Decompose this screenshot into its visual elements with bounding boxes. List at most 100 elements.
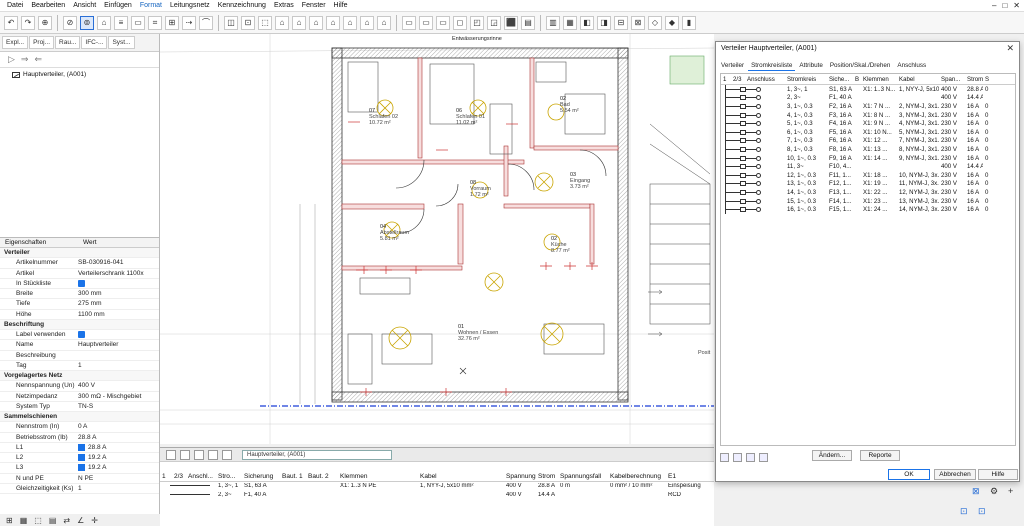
import-icon[interactable]: ⊡ bbox=[978, 506, 986, 517]
toolbar-tool-icon[interactable]: ↷ bbox=[21, 15, 35, 30]
column-header[interactable]: 1 bbox=[160, 473, 172, 480]
table-row[interactable]: 1, 3~, 1 S1, 63 A X1: 1..3 N PE 1, NYY-J, 5… bbox=[160, 482, 782, 491]
column-header[interactable]: Anschl... bbox=[186, 473, 216, 480]
property-value[interactable]: TN-S bbox=[78, 403, 159, 410]
toolbar-tool-icon[interactable]: ⌂ bbox=[326, 15, 340, 30]
toolbar-tool-icon[interactable]: ⌒ bbox=[199, 15, 213, 30]
toolbar-tool-icon[interactable]: ⌂ bbox=[309, 15, 323, 30]
property-value[interactable]: 1100 mm bbox=[78, 311, 159, 318]
column-header[interactable]: Kabelberechnung bbox=[608, 473, 666, 480]
column-header[interactable]: Baut. 1 bbox=[280, 473, 306, 480]
toolbar-tool-icon[interactable]: ⇢ bbox=[182, 15, 196, 30]
settings-icon[interactable]: ⚙ bbox=[990, 486, 998, 497]
checkbox-checked[interactable] bbox=[78, 279, 85, 287]
drawing-canvas[interactable]: Entwässerungsrinne 07 Schlafen 02 10.72 m²… bbox=[160, 34, 714, 444]
property-value[interactable]: 19.2 A bbox=[78, 464, 159, 471]
toolbar-tool-icon[interactable]: ⌂ bbox=[97, 15, 111, 30]
property-row[interactable]: Betriebsstrom (Ib) 28.8 A bbox=[0, 433, 159, 443]
property-row[interactable]: Artikelnummer SB-030916-041 bbox=[0, 258, 159, 269]
column-header[interactable]: Sicherung bbox=[242, 473, 280, 480]
property-row[interactable]: Label verwenden bbox=[0, 330, 159, 341]
menu-item-4[interactable]: Format bbox=[136, 2, 166, 9]
property-value[interactable]: 0 A bbox=[78, 423, 159, 430]
grid-tool-icon[interactable] bbox=[733, 452, 742, 462]
toolbar-tool-icon[interactable]: ◻ bbox=[453, 15, 467, 30]
property-row[interactable]: Tag 1 bbox=[0, 361, 159, 371]
toolbar-tool-icon[interactable]: ⌂ bbox=[360, 15, 374, 30]
toolbar-tool-icon[interactable]: ▭ bbox=[419, 15, 433, 30]
toolbar-tool-icon[interactable]: ▦ bbox=[563, 15, 577, 30]
column-header[interactable]: Spannungsfall bbox=[558, 473, 608, 480]
column-header[interactable]: Klemmen bbox=[338, 473, 418, 480]
property-row[interactable]: N und PE N PE bbox=[0, 474, 159, 484]
menu-item-1[interactable]: Bearbeiten bbox=[27, 2, 69, 9]
toolbar-tool-icon[interactable]: ⬛ bbox=[504, 15, 518, 30]
move-icon[interactable]: ⇄ bbox=[63, 516, 70, 525]
property-value[interactable]: 300 mm bbox=[78, 290, 159, 297]
panel-tab-1[interactable]: Proj... bbox=[29, 36, 55, 49]
property-value[interactable]: Hauptverteiler bbox=[78, 341, 159, 348]
toolbar-tool-icon[interactable]: ◨ bbox=[597, 15, 611, 30]
angle-icon[interactable]: ∠ bbox=[77, 516, 84, 525]
property-value[interactable]: 400 V bbox=[78, 382, 159, 389]
toolbar-tool-icon[interactable]: ▥ bbox=[546, 15, 560, 30]
circuit-row[interactable]: 13, 1~, 0.3 F12, 1... X1: 19 ... 11, NYM-J,… bbox=[721, 179, 1015, 189]
layer-icon[interactable]: ▤ bbox=[49, 516, 57, 525]
column-header[interactable]: Stromkreis bbox=[785, 76, 827, 83]
toolbar-tool-icon[interactable]: ▤ bbox=[521, 15, 535, 30]
property-row[interactable]: Höhe 1100 mm bbox=[0, 310, 159, 320]
circuit-row[interactable]: 16, 1~, 0.3 F15, 1... X1: 24 ... 14, NYM-J,… bbox=[721, 205, 1015, 215]
toolbar-tool-icon[interactable]: ⌂ bbox=[275, 15, 289, 30]
circuit-row[interactable]: 6, 1~, 0.3 F5, 16 A X1: 10 N... 5, NYM-J, 3… bbox=[721, 127, 1015, 137]
grid-tool-icon[interactable] bbox=[759, 452, 768, 462]
play-icon[interactable]: ▷ bbox=[8, 54, 15, 65]
menu-item-8[interactable]: Fenster bbox=[298, 2, 330, 9]
toolbar-tool-icon[interactable]: ◫ bbox=[224, 15, 238, 30]
grid-tool-icon[interactable] bbox=[720, 452, 729, 462]
property-value[interactable]: N PE bbox=[78, 475, 159, 482]
column-header[interactable]: Span... bbox=[939, 76, 965, 83]
close-icon[interactable]: ✕ bbox=[1013, 1, 1020, 10]
toolbar-tool-icon[interactable]: ⌂ bbox=[377, 15, 391, 30]
circuit-row[interactable]: 7, 1~, 0.3 F6, 16 A X1: 12 ... 7, NYM-J, 3x… bbox=[721, 136, 1015, 146]
property-row[interactable]: L3 19.2 A bbox=[0, 463, 159, 474]
toolbar-tool-icon[interactable]: ◆ bbox=[665, 15, 679, 30]
panel-tab-3[interactable]: IFC-... bbox=[81, 36, 108, 49]
dialog-tab-0[interactable]: Verteiler bbox=[718, 61, 747, 71]
toolbar-tool-icon[interactable]: ≡ bbox=[114, 15, 128, 30]
checkbox-checked[interactable] bbox=[78, 331, 85, 339]
property-row[interactable]: In Stückliste bbox=[0, 279, 159, 289]
panel-tab-2[interactable]: Rau... bbox=[55, 36, 81, 49]
tree-item-main-distribution[interactable]: Hauptverteiler, (A001) bbox=[12, 71, 147, 78]
circuit-row[interactable]: 3, 1~, 0.3 F2, 16 A X1: 7 N ... 2, NYM-J, 3… bbox=[721, 101, 1015, 111]
circuit-row[interactable]: 8, 1~, 0.3 F8, 16 A X1: 13 ... 8, NYM-J, 3x… bbox=[721, 144, 1015, 154]
select-icon[interactable]: ⬚ bbox=[34, 516, 42, 525]
toolbar-tool-icon[interactable]: ⊟ bbox=[614, 15, 628, 30]
column-header[interactable]: E1 bbox=[666, 473, 680, 480]
snap-icon[interactable]: ⊞ bbox=[6, 516, 13, 525]
property-row[interactable]: L2 19.2 A bbox=[0, 453, 159, 464]
column-header[interactable]: 1 bbox=[721, 76, 731, 83]
property-value[interactable] bbox=[78, 331, 159, 339]
circuit-row[interactable]: 14, 1~, 0.3 F13, 1... X1: 22 ... 12, NYM-J,… bbox=[721, 187, 1015, 197]
dialog-tab-4[interactable]: Anschluss bbox=[894, 61, 929, 71]
copy-icon[interactable] bbox=[194, 449, 204, 460]
property-value[interactable]: Verteilerschrank 1100x bbox=[78, 270, 159, 277]
property-row[interactable]: Netzimpedanz 300 mΩ - Mischgebiet bbox=[0, 392, 159, 402]
toolbar-tool-icon[interactable]: ◲ bbox=[487, 15, 501, 30]
column-header[interactable]: Kabel bbox=[897, 76, 939, 83]
plus-icon[interactable]: + bbox=[1008, 486, 1013, 496]
help-button[interactable]: Hilfe bbox=[978, 469, 1018, 480]
cursor-icon[interactable]: ✛ bbox=[91, 516, 98, 525]
distributor-selector[interactable]: Hauptverteiler, (A001) bbox=[242, 449, 392, 460]
column-header[interactable]: Strom bbox=[536, 473, 558, 480]
toolbar-tool-icon[interactable]: ⌂ bbox=[292, 15, 306, 30]
toolbar-tool-icon[interactable]: ⌂ bbox=[343, 15, 357, 30]
print-icon[interactable] bbox=[222, 449, 232, 460]
circuit-row[interactable]: 2, 3~ F1, 40 A 400 V 14.4 A bbox=[721, 93, 1015, 103]
property-value[interactable]: SB-030916-041 bbox=[78, 259, 159, 266]
property-value[interactable]: 275 mm bbox=[78, 300, 159, 307]
menu-item-0[interactable]: Datei bbox=[3, 2, 27, 9]
circuit-row[interactable]: 1, 3~, 1 S1, 63 A X1: 1..3 N... 1, NYY-J, 5… bbox=[721, 84, 1015, 94]
tree-icon[interactable] bbox=[180, 449, 190, 460]
